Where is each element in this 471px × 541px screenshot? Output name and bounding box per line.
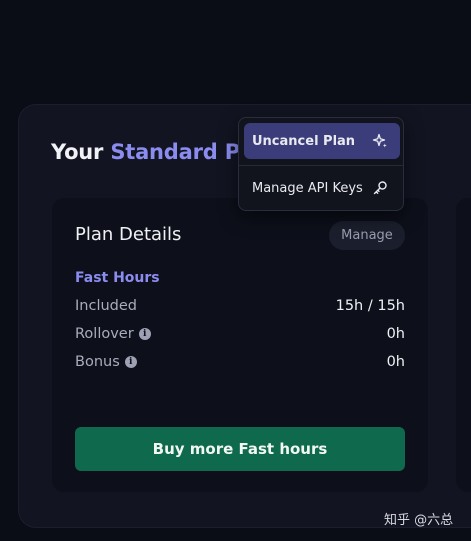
page: Your Standard Pl Plan Details Manage Fas…	[0, 0, 471, 541]
menu-item-uncancel-plan[interactable]: Uncancel Plan	[244, 123, 400, 159]
menu-item-label: Manage API Keys	[252, 180, 363, 196]
page-title: Your Standard Pl	[51, 140, 247, 164]
key-icon	[373, 181, 387, 195]
info-icon[interactable]: i	[124, 356, 137, 368]
sparkle-icon	[372, 133, 387, 148]
included-value: 15h / 15h	[335, 298, 405, 314]
title-prefix: Your	[51, 140, 111, 164]
included-label-text: Included	[75, 298, 137, 314]
rollover-row: Rollover i 0h	[75, 324, 405, 344]
card-title: Plan Details	[75, 224, 182, 245]
rollover-label: Rollover i	[75, 326, 151, 342]
included-row: Included 15h / 15h	[75, 296, 405, 316]
fast-hours-label: Fast Hours	[75, 270, 160, 286]
bonus-label-text: Bonus	[75, 354, 120, 370]
plan-name: Standard Pl	[110, 140, 247, 164]
buy-fast-hours-button[interactable]: Buy more Fast hours	[75, 427, 405, 471]
manage-button[interactable]: Manage	[329, 221, 405, 250]
included-label: Included	[75, 298, 137, 314]
plan-details-card: Plan Details Manage Fast Hours Included …	[52, 198, 428, 492]
rollover-label-text: Rollover	[75, 326, 134, 342]
bonus-row: Bonus i 0h	[75, 352, 405, 372]
bonus-label: Bonus i	[75, 354, 137, 370]
watermark: 知乎 @六总	[384, 513, 454, 528]
rollover-value: 0h	[386, 326, 405, 342]
plan-actions-menu: Uncancel Plan Manage API Keys	[238, 117, 404, 211]
bonus-value: 0h	[386, 354, 405, 370]
menu-divider	[239, 165, 403, 166]
info-icon[interactable]: i	[138, 328, 151, 340]
secondary-card	[456, 198, 471, 492]
menu-item-label: Uncancel Plan	[252, 133, 356, 149]
menu-item-manage-api-keys[interactable]: Manage API Keys	[244, 170, 400, 206]
